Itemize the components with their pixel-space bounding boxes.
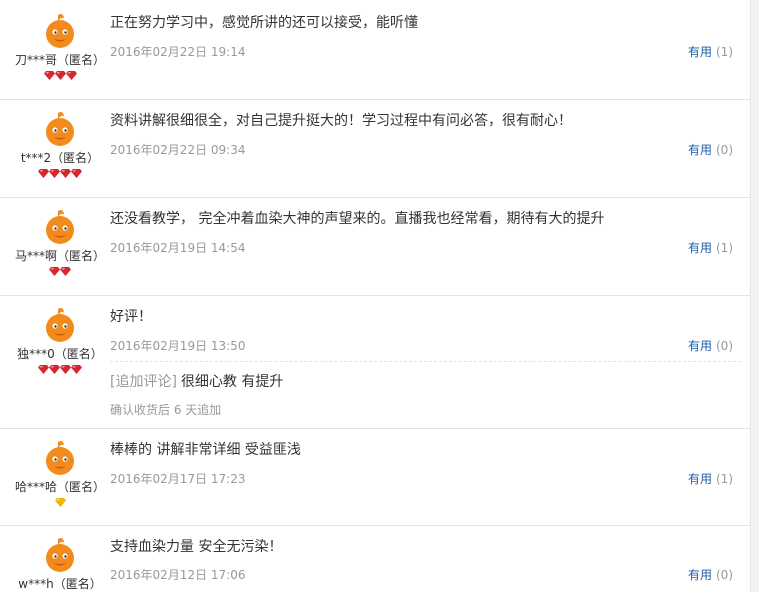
useful-label[interactable]: 有用 — [688, 45, 712, 59]
review-item: 独***0（匿名） 好评！ 2016年02月19日 13:50 有用 (0) [追… — [0, 296, 751, 429]
reviewer-level — [0, 266, 120, 280]
level-gem-icon — [49, 365, 60, 374]
reviewer-level — [0, 168, 120, 182]
reviewer-name[interactable]: 哈***哈（匿名） — [0, 479, 120, 495]
level-gem-icon — [60, 365, 71, 374]
useful-count: (1) — [716, 45, 733, 59]
append-tag: [追加评论] — [110, 374, 177, 390]
useful-button[interactable]: 有用 (0) — [688, 568, 733, 582]
reviewer-name[interactable]: 独***0（匿名） — [0, 346, 120, 362]
review-content: 正在努力学习中，感觉所讲的还可以接受，能听懂 — [110, 15, 418, 31]
useful-label[interactable]: 有用 — [688, 143, 712, 157]
useful-count: (1) — [716, 472, 733, 486]
review-date: 2016年02月12日 17:06 — [110, 568, 246, 582]
useful-label[interactable]: 有用 — [688, 241, 712, 255]
level-gem-icon — [49, 169, 60, 178]
append-review: [追加评论] 很细心教 有提升 — [110, 373, 283, 391]
level-gem-icon — [43, 71, 55, 80]
useful-button[interactable]: 有用 (1) — [688, 45, 733, 59]
avatar — [0, 536, 120, 574]
reviewer-name[interactable]: w***h（匿名） — [0, 576, 120, 592]
reviewer-info: 刀***哥（匿名） — [0, 12, 120, 84]
level-gem-icon — [54, 71, 66, 80]
reviewer-level — [0, 70, 120, 84]
useful-button[interactable]: 有用 (1) — [688, 241, 733, 255]
avatar — [0, 439, 120, 477]
reviewer-level — [0, 364, 120, 378]
review-item: 马***啊（匿名） 还没看教学， 完全冲着血染大神的声望来的。直播我也经常看，期… — [0, 198, 751, 296]
review-content: 支持血染力量 安全无污染！ — [110, 539, 283, 555]
useful-button[interactable]: 有用 (1) — [688, 472, 733, 486]
reviewer-info: 马***啊（匿名） — [0, 208, 120, 280]
review-content: 好评！ — [110, 309, 152, 325]
review-date: 2016年02月17日 17:23 — [110, 472, 246, 486]
useful-count: (1) — [716, 241, 733, 255]
useful-button[interactable]: 有用 (0) — [688, 143, 733, 157]
useful-count: (0) — [716, 143, 733, 157]
review-item: w***h（匿名） 支持血染力量 安全无污染！ 2016年02月12日 17:0… — [0, 526, 751, 592]
review-content: 资料讲解很细很全，对自己提升挺大的！学习过程中有问必答，很有耐心！ — [110, 113, 572, 129]
reviewer-level — [0, 497, 120, 511]
useful-button[interactable]: 有用 (0) — [688, 339, 733, 353]
level-gem-icon — [71, 169, 82, 178]
review-list: 刀***哥（匿名） 正在努力学习中，感觉所讲的还可以接受，能听懂 2016年02… — [0, 0, 751, 592]
avatar — [0, 208, 120, 246]
level-gem-icon — [60, 169, 71, 178]
level-gem-icon — [54, 498, 66, 507]
level-gem-icon — [38, 365, 49, 374]
level-gem-icon — [65, 71, 77, 80]
reviewer-name[interactable]: 马***啊（匿名） — [0, 248, 120, 264]
reviewer-info: 哈***哈（匿名） — [0, 439, 120, 511]
reviewer-name[interactable]: t***2（匿名） — [0, 150, 120, 166]
reviewer-info: 独***0（匿名） — [0, 306, 120, 378]
append-meta: 确认收货后 6 天追加 — [110, 403, 222, 417]
level-gem-icon — [71, 365, 82, 374]
review-date: 2016年02月19日 13:50 — [110, 339, 246, 353]
useful-label[interactable]: 有用 — [688, 568, 712, 582]
review-date: 2016年02月22日 19:14 — [110, 45, 246, 59]
level-gem-icon — [49, 267, 60, 276]
append-divider — [110, 361, 741, 362]
review-content: 还没看教学， 完全冲着血染大神的声望来的。直播我也经常看，期待有大的提升 — [110, 211, 605, 227]
review-item: 哈***哈（匿名） 棒棒的 讲解非常详细 受益匪浅 2016年02月17日 17… — [0, 429, 751, 526]
review-date: 2016年02月19日 14:54 — [110, 241, 246, 255]
useful-count: (0) — [716, 339, 733, 353]
append-text: 很细心教 有提升 — [180, 374, 284, 390]
useful-count: (0) — [716, 568, 733, 582]
scrollbar[interactable] — [750, 0, 759, 592]
useful-label[interactable]: 有用 — [688, 472, 712, 486]
reviewer-name[interactable]: 刀***哥（匿名） — [0, 52, 120, 68]
review-content: 棒棒的 讲解非常详细 受益匪浅 — [110, 442, 301, 458]
reviewer-info: w***h（匿名） — [0, 536, 120, 592]
useful-label[interactable]: 有用 — [688, 339, 712, 353]
level-gem-icon — [60, 267, 71, 276]
level-gem-icon — [38, 169, 49, 178]
avatar — [0, 306, 120, 344]
reviewer-info: t***2（匿名） — [0, 110, 120, 182]
review-date: 2016年02月22日 09:34 — [110, 143, 246, 157]
avatar — [0, 12, 120, 50]
review-item: 刀***哥（匿名） 正在努力学习中，感觉所讲的还可以接受，能听懂 2016年02… — [0, 0, 751, 100]
review-item: t***2（匿名） 资料讲解很细很全，对自己提升挺大的！学习过程中有问必答，很有… — [0, 100, 751, 198]
avatar — [0, 110, 120, 148]
